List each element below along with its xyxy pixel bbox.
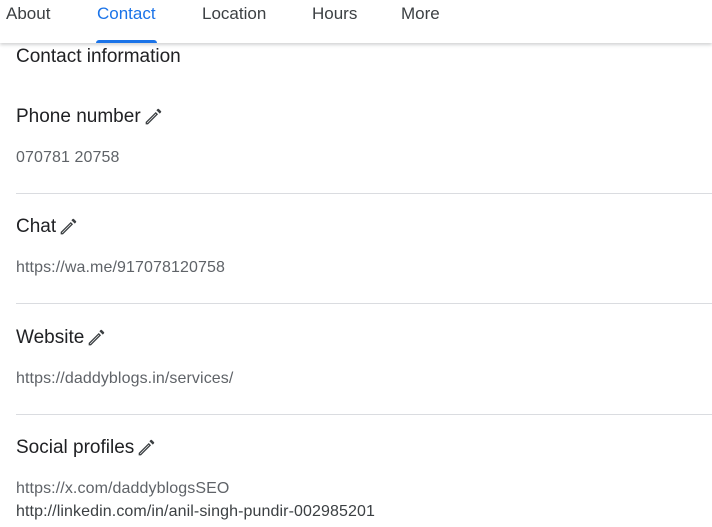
tab-bar: About Contact Location Hours More	[0, 0, 712, 43]
tab-contact-label: Contact	[97, 4, 156, 23]
divider	[16, 193, 712, 194]
chat-value[interactable]: https://wa.me/917078120758	[16, 259, 712, 277]
pencil-edit-icon[interactable]	[85, 327, 107, 349]
social-profile-link[interactable]: http://linkedin.com/in/anil-singh-pundir…	[16, 503, 712, 521]
chat-title: Chat	[16, 216, 712, 238]
tab-more[interactable]: More	[401, 0, 440, 43]
tab-about[interactable]: About	[6, 0, 50, 43]
social-label: Social profiles	[16, 437, 135, 458]
divider	[16, 303, 712, 304]
website-title: Website	[16, 327, 712, 349]
tab-hours[interactable]: Hours	[312, 0, 357, 43]
chat-label: Chat	[16, 216, 57, 237]
phone-label: Phone number	[16, 106, 141, 127]
tab-contact[interactable]: Contact	[96, 0, 157, 43]
phone-section: Phone number 070781 20758	[16, 106, 712, 167]
tab-more-label: More	[401, 4, 440, 23]
business-profile-panel: About Contact Location Hours More Contac…	[0, 0, 712, 527]
website-label: Website	[16, 327, 85, 348]
active-tab-indicator	[96, 40, 157, 43]
tab-location-label: Location	[202, 4, 267, 23]
pencil-edit-icon[interactable]	[142, 106, 164, 128]
social-title: Social profiles	[16, 437, 712, 459]
divider	[16, 414, 712, 415]
social-section: Social profiles https://x.com/daddyblogs…	[16, 437, 712, 521]
phone-title: Phone number	[16, 106, 712, 128]
tab-hours-label: Hours	[312, 4, 358, 23]
phone-value[interactable]: 070781 20758	[16, 149, 712, 167]
section-heading: Contact information	[16, 46, 181, 67]
tab-about-label: About	[6, 4, 51, 23]
pencil-edit-icon[interactable]	[57, 216, 79, 238]
social-profile-link[interactable]: https://x.com/daddyblogsSEO	[16, 480, 712, 498]
chat-section: Chat https://wa.me/917078120758	[16, 216, 712, 277]
tab-location[interactable]: Location	[202, 0, 266, 43]
website-section: Website https://daddyblogs.in/services/	[16, 327, 712, 388]
pencil-edit-icon[interactable]	[135, 437, 157, 459]
website-value[interactable]: https://daddyblogs.in/services/	[16, 370, 712, 388]
